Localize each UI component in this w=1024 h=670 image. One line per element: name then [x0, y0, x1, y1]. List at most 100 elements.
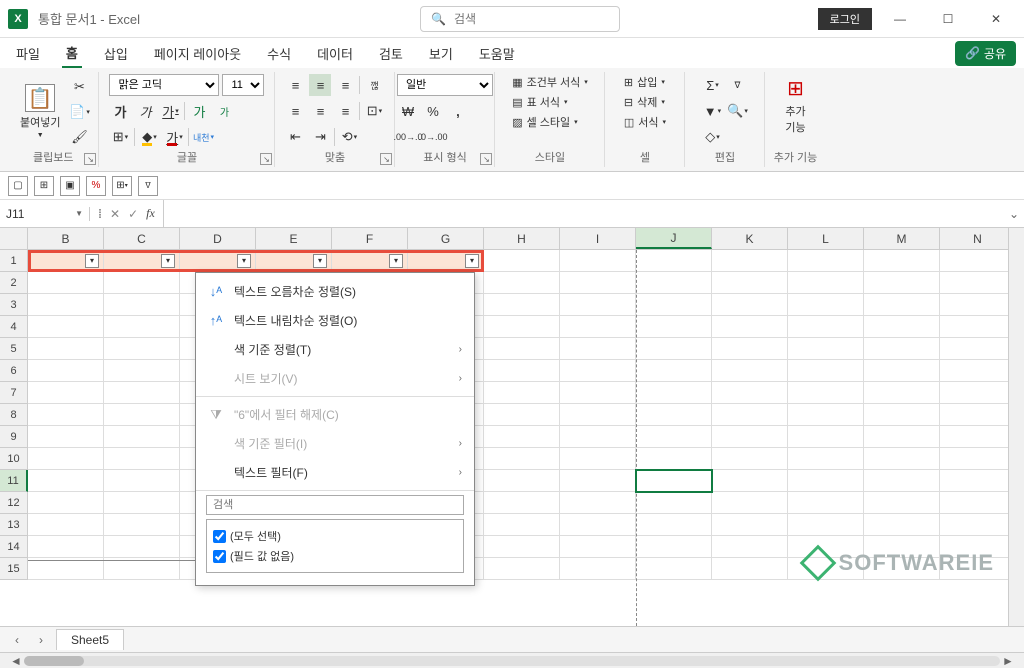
cell-H14[interactable] [484, 536, 560, 558]
cell-M13[interactable] [864, 514, 940, 536]
cell-N5[interactable] [940, 338, 1016, 360]
filter-dropdown-D[interactable]: ▾ [237, 254, 251, 268]
cell-J9[interactable] [636, 426, 712, 448]
filter-dropdown-G[interactable]: ▾ [465, 254, 479, 268]
font-size-select[interactable]: 11 [222, 74, 264, 96]
cell-I11[interactable] [560, 470, 636, 492]
cell-M6[interactable] [864, 360, 940, 382]
alignment-launcher[interactable]: ↘ [380, 153, 392, 165]
cell-I10[interactable] [560, 448, 636, 470]
cell-C12[interactable] [104, 492, 180, 514]
row-header-8[interactable]: 8 [0, 404, 28, 426]
cell-C5[interactable] [104, 338, 180, 360]
decrease-indent-button[interactable]: ⇤ [284, 126, 306, 148]
cell-L5[interactable] [788, 338, 864, 360]
currency-button[interactable]: ₩ [397, 100, 419, 122]
sort-ascending-item[interactable]: ↓ᴬ텍스트 오름차순 정렬(S) [196, 277, 474, 306]
cell-B7[interactable] [28, 382, 104, 404]
percent-button[interactable]: % [422, 100, 444, 122]
cell-C3[interactable] [104, 294, 180, 316]
increase-font-button[interactable]: 가 [188, 100, 210, 122]
column-header-F[interactable]: F [332, 228, 408, 249]
cell-M14[interactable] [864, 536, 940, 558]
cell-N6[interactable] [940, 360, 1016, 382]
copy-button[interactable]: 📄▾ [68, 101, 90, 123]
cell-I1[interactable] [560, 250, 636, 272]
number-format-select[interactable]: 일반 [397, 74, 493, 96]
cell-I12[interactable] [560, 492, 636, 514]
cell-C7[interactable] [104, 382, 180, 404]
column-header-J[interactable]: J [636, 228, 712, 249]
sheet-nav-next[interactable]: › [32, 631, 50, 649]
cell-N11[interactable] [940, 470, 1016, 492]
login-button[interactable]: 로그인 [818, 8, 872, 30]
sheet-tab[interactable]: Sheet5 [56, 629, 124, 650]
sort-filter-button[interactable]: ᐁ [726, 74, 748, 96]
cell-G1[interactable]: ▾ [408, 250, 484, 272]
column-header-G[interactable]: G [408, 228, 484, 249]
cell-M1[interactable] [864, 250, 940, 272]
cell-M3[interactable] [864, 294, 940, 316]
row-header-3[interactable]: 3 [0, 294, 28, 316]
cell-L6[interactable] [788, 360, 864, 382]
cell-L7[interactable] [788, 382, 864, 404]
cell-L13[interactable] [788, 514, 864, 536]
cell-C9[interactable] [104, 426, 180, 448]
tab-home[interactable]: 홈 [62, 39, 82, 68]
format-table-button[interactable]: ▤표 서식▾ [512, 94, 567, 110]
qat-percent[interactable]: % [86, 176, 106, 196]
cell-K7[interactable] [712, 382, 788, 404]
blanks-checkbox[interactable]: (필드 값 없음) [213, 546, 457, 566]
cell-B1[interactable]: ▾ [28, 250, 104, 272]
cell-D1[interactable]: ▾ [180, 250, 256, 272]
cell-K6[interactable] [712, 360, 788, 382]
cell-K15[interactable] [712, 558, 788, 580]
cell-B5[interactable] [28, 338, 104, 360]
cell-J13[interactable] [636, 514, 712, 536]
cell-N7[interactable] [940, 382, 1016, 404]
scroll-right-arrow[interactable]: ► [1000, 654, 1016, 668]
cell-N12[interactable] [940, 492, 1016, 514]
format-painter-button[interactable]: 🖌 [68, 126, 90, 148]
tab-help[interactable]: 도움말 [475, 40, 519, 67]
filter-dropdown-B[interactable]: ▾ [85, 254, 99, 268]
cell-C4[interactable] [104, 316, 180, 338]
cell-J8[interactable] [636, 404, 712, 426]
sheet-nav-prev[interactable]: ‹ [8, 631, 26, 649]
cell-H11[interactable] [484, 470, 560, 492]
cell-N8[interactable] [940, 404, 1016, 426]
row-header-14[interactable]: 14 [0, 536, 28, 558]
sort-by-color-item[interactable]: 색 기준 정렬(T)› [196, 335, 474, 364]
row-header-13[interactable]: 13 [0, 514, 28, 536]
qat-borders-all[interactable]: ⊞ [34, 176, 54, 196]
filter-search-input[interactable] [206, 495, 464, 515]
paste-button[interactable]: 📋 붙여넣기 ▼ [16, 82, 64, 141]
font-launcher[interactable]: ↘ [260, 153, 272, 165]
cell-C15[interactable] [104, 558, 180, 580]
cell-H4[interactable] [484, 316, 560, 338]
tab-page-layout[interactable]: 페이지 레이아웃 [150, 40, 245, 67]
cell-I7[interactable] [560, 382, 636, 404]
row-header-15[interactable]: 15 [0, 558, 28, 580]
wrap-text-button[interactable]: 깮 [363, 74, 385, 96]
qat-borders-thick[interactable]: ▣ [60, 176, 80, 196]
tab-formulas[interactable]: 수식 [263, 40, 295, 67]
clear-button[interactable]: ◇▾ [701, 126, 723, 148]
tab-data[interactable]: 데이터 [313, 40, 357, 67]
align-bottom-button[interactable]: ≡ [334, 74, 356, 96]
cell-F1[interactable]: ▾ [332, 250, 408, 272]
format-cells-button[interactable]: ◫서식▾ [624, 114, 666, 130]
column-header-K[interactable]: K [712, 228, 788, 249]
cell-L1[interactable] [788, 250, 864, 272]
cell-H3[interactable] [484, 294, 560, 316]
cell-B2[interactable] [28, 272, 104, 294]
italic-button[interactable]: 가 [134, 100, 156, 122]
align-middle-button[interactable]: ≡ [309, 74, 331, 96]
cell-M7[interactable] [864, 382, 940, 404]
cell-styles-button[interactable]: ▨셀 스타일▾ [512, 114, 577, 130]
row-header-12[interactable]: 12 [0, 492, 28, 514]
phonetic-button[interactable]: 내천▾ [192, 126, 214, 148]
decrease-font-button[interactable]: 가 [213, 100, 235, 122]
cell-J14[interactable] [636, 536, 712, 558]
cell-K11[interactable] [712, 470, 788, 492]
